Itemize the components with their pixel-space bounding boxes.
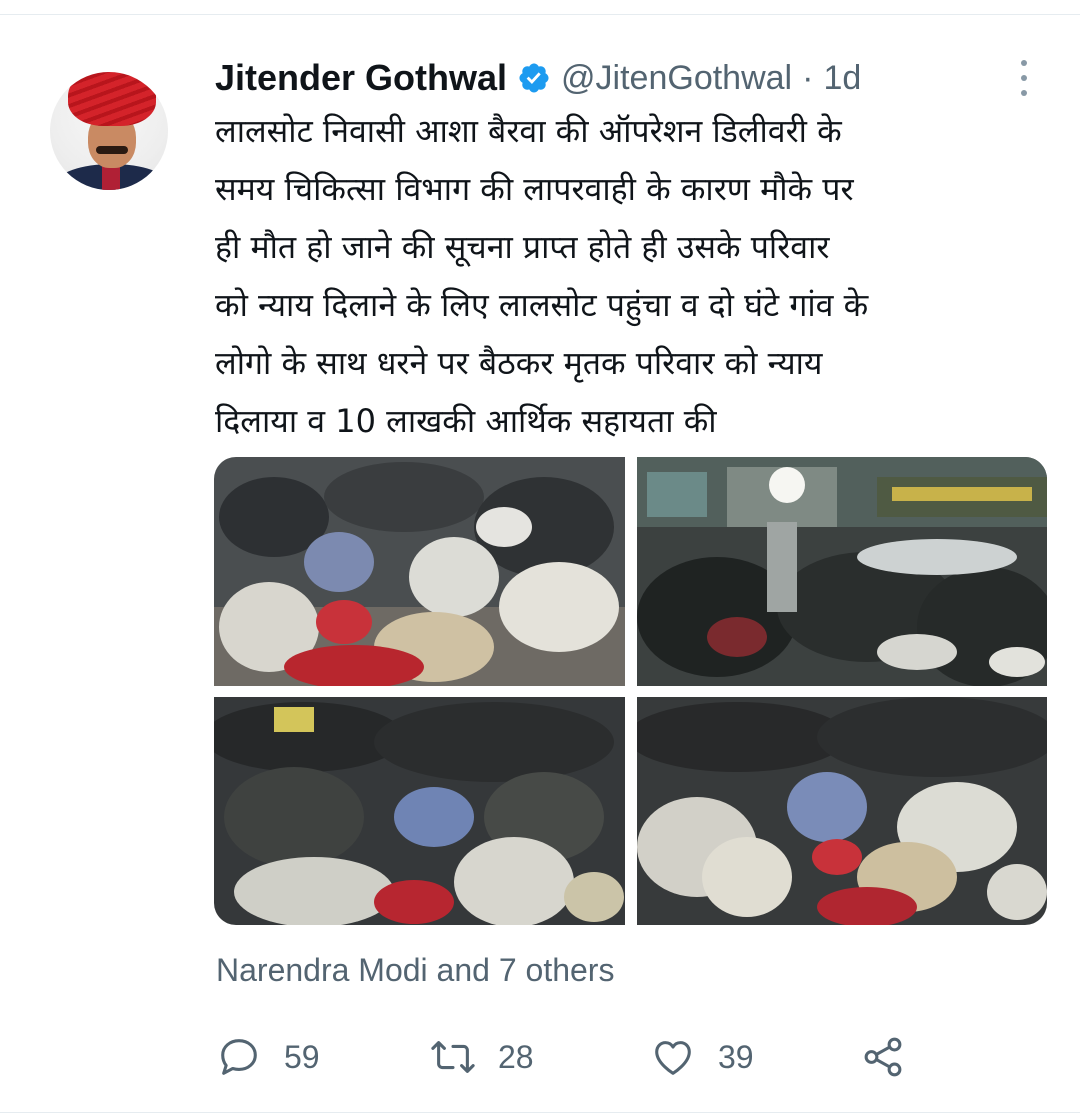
media-photo-4[interactable] [637,697,1047,925]
retweet-count: 28 [498,1038,534,1075]
bottom-divider [0,1112,1080,1113]
author-name[interactable]: Jitender Gothwal [215,57,507,99]
tweet-text-line: लोगो के साथ धरने पर बैठकर मृतक परिवार को… [215,344,823,382]
tweet-text-line: दिलाया व 10 लाखकी आर्थिक सहायता की [215,402,717,440]
media-photo-1[interactable] [214,457,625,686]
media-photo-2[interactable] [637,457,1047,686]
tweet-timestamp[interactable]: 1d [823,59,861,98]
like-button[interactable]: 39 [650,1032,754,1082]
retweet-button[interactable]: 28 [430,1032,534,1082]
share-icon [864,1037,902,1077]
tweet-text-line: ही मौत हो जाने की सूचना प्राप्त होते ही … [215,228,830,266]
media-photo-3[interactable] [214,697,625,925]
tweet-header: Jitender Gothwal @JitenGothwal · 1d [215,56,861,100]
tweet-text-line: को न्याय दिलाने के लिए लालसोट पहुंचा व द… [215,286,869,324]
share-button[interactable] [860,1032,906,1082]
like-count: 39 [718,1038,754,1075]
liked-by-text[interactable]: Narendra Modi and 7 others [216,952,614,989]
more-vertical-icon[interactable] [1012,58,1036,98]
tweet-text-line: समय चिकित्सा विभाग की लापरवाही के कारण म… [215,170,854,208]
heart-icon [655,1041,691,1075]
author-handle[interactable]: @JitenGothwal [561,59,792,98]
top-divider [0,14,1080,15]
verified-badge-icon [519,63,549,93]
tweet-text-line: लालसोट निवासी आशा बैरवा की ऑपरेशन डिलीवर… [215,112,842,150]
retweet-icon [431,1041,475,1073]
avatar[interactable] [42,62,174,212]
tweet-text: लालसोट निवासी आशा बैरवा की ऑपरेशन डिलीवर… [215,102,1055,450]
media-grid [214,457,1047,925]
header-separator: · [802,58,814,97]
tweet-actions: 59 28 39 [214,1032,914,1082]
reply-bubble-icon [221,1039,257,1075]
avatar-photo [50,72,168,190]
reply-count: 59 [284,1038,320,1075]
reply-button[interactable]: 59 [216,1032,320,1082]
